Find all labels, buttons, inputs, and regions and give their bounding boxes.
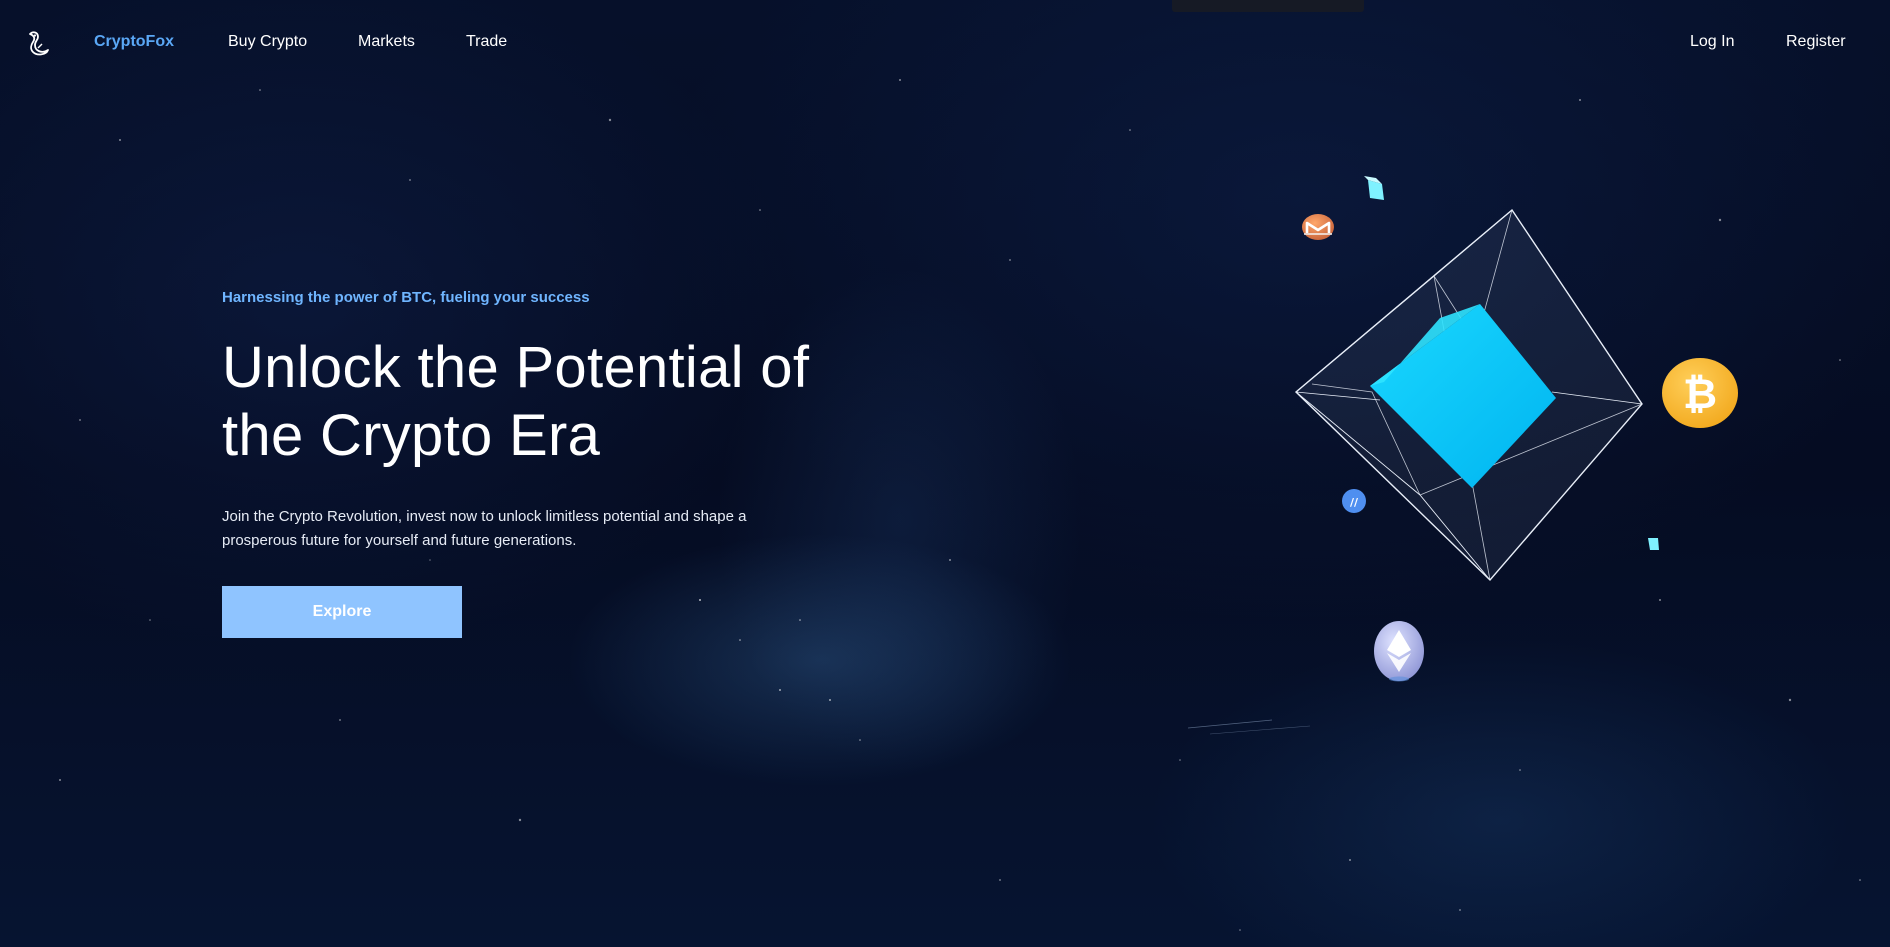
small-cube-right	[1648, 538, 1659, 550]
navbar: CryptoFox Buy Crypto Markets Trade Log I…	[0, 0, 1890, 88]
bitcoin-icon: ₿	[1662, 358, 1738, 428]
brand-name[interactable]: CryptoFox	[94, 33, 174, 51]
headline-line-1: Unlock the Potential of	[222, 335, 810, 400]
fox-logo-icon[interactable]	[24, 28, 54, 58]
ethereum-icon	[1374, 621, 1424, 682]
hero-headline: Unlock the Potential of the Crypto Era	[222, 334, 902, 470]
small-cube-top	[1364, 176, 1384, 200]
svg-text://: //	[1350, 496, 1359, 509]
headline-line-2: the Crypto Era	[222, 403, 601, 468]
coin-icon: //	[1342, 489, 1366, 513]
nav-markets[interactable]: Markets	[358, 33, 415, 51]
monero-icon	[1302, 214, 1334, 240]
landing-page: CryptoFox Buy Crypto Markets Trade Log I…	[0, 0, 1890, 947]
hero-description: Join the Crypto Revolution, invest now t…	[222, 505, 822, 553]
svg-text:₿: ₿	[1683, 369, 1717, 418]
crystal-cube-icon	[1294, 208, 1643, 582]
description-line-1: Join the Crypto Revolution, invest now t…	[222, 508, 747, 525]
nav-trade[interactable]: Trade	[466, 33, 507, 51]
explore-button[interactable]: Explore	[222, 586, 462, 638]
crypto-illustration: ₿ //	[1294, 176, 1738, 682]
nav-buy-crypto[interactable]: Buy Crypto	[228, 33, 307, 51]
register-link[interactable]: Register	[1786, 33, 1846, 51]
login-link[interactable]: Log In	[1690, 33, 1734, 51]
description-line-2: prosperous future for yourself and futur…	[222, 532, 577, 549]
hero-tagline: Harnessing the power of BTC, fueling you…	[222, 289, 590, 306]
